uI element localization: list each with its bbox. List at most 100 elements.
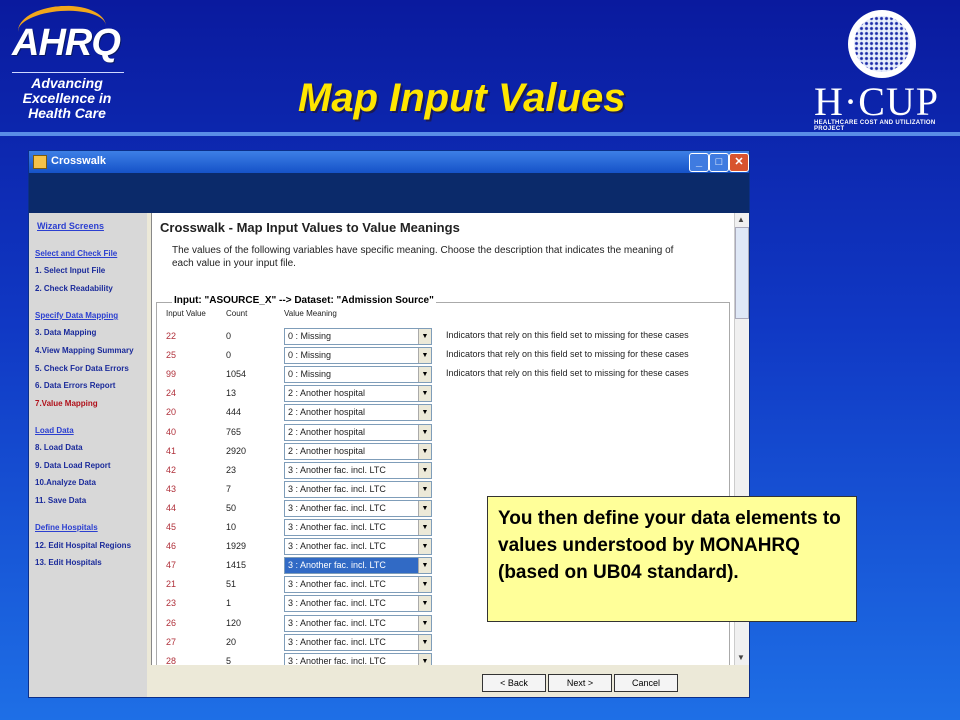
dropdown-arrow-icon[interactable]: ▼ <box>418 424 431 440</box>
dropdown-arrow-icon[interactable]: ▼ <box>418 367 431 383</box>
sidebar-item[interactable]: 13. Edit Hospitals <box>35 558 102 567</box>
sidebar-section[interactable]: Select and Check File <box>35 249 117 258</box>
scroll-up-icon[interactable]: ▲ <box>735 214 747 226</box>
callout-box: You then define your data elements to va… <box>487 496 857 622</box>
input-value: 27 <box>166 636 177 647</box>
dropdown-value: 3 : Another fac. incl. LTC <box>288 560 386 571</box>
count-value: 2920 <box>226 445 247 456</box>
sidebar-section[interactable]: Load Data <box>35 426 74 435</box>
sidebar-item[interactable]: 1. Select Input File <box>35 266 105 275</box>
dropdown-value: 3 : Another fac. incl. LTC <box>288 579 386 590</box>
count-value: 13 <box>226 388 237 399</box>
dropdown-arrow-icon[interactable]: ▼ <box>418 520 431 535</box>
sidebar-heading[interactable]: Wizard Screens <box>37 221 104 231</box>
dropdown-arrow-icon[interactable]: ▼ <box>418 329 431 344</box>
sidebar-item[interactable]: 5. Check For Data Errors <box>35 364 129 373</box>
app-icon <box>33 155 47 169</box>
input-value: 22 <box>166 331 177 341</box>
dropdown-value: 3 : Another fac. incl. LTC <box>288 636 386 647</box>
value-meaning-dropdown[interactable]: 3 : Another fac. incl. LTC ▼ <box>284 519 432 536</box>
value-meaning-dropdown[interactable]: 3 : Another fac. incl. LTC ▼ <box>284 595 432 613</box>
input-value: 20 <box>166 407 177 418</box>
sidebar-item[interactable]: 9. Data Load Report <box>35 461 111 470</box>
dropdown-value: 0 : Missing <box>288 331 332 341</box>
tagline-line: Excellence in <box>22 90 112 106</box>
value-meaning-dropdown[interactable]: 2 : Another hospital ▼ <box>284 385 432 403</box>
dropdown-value: 0 : Missing <box>288 350 332 361</box>
count-value: 7 <box>226 483 232 494</box>
title-bar[interactable]: Crosswalk _ □ ✕ <box>29 151 749 173</box>
input-value: 46 <box>166 541 177 552</box>
slide-title: Map Input Values <box>298 76 626 120</box>
dropdown-arrow-icon[interactable]: ▼ <box>418 462 431 478</box>
value-meaning-dropdown[interactable]: 3 : Another fac. incl. LTC ▼ <box>284 557 432 575</box>
value-meaning-dropdown[interactable]: 2 : Another hospital ▼ <box>284 442 432 460</box>
value-meaning-dropdown[interactable]: 3 : Another fac. incl. LTC ▼ <box>284 576 432 594</box>
sidebar-item[interactable]: 4.View Mapping Summary <box>35 346 134 355</box>
sidebar-item[interactable]: 10.Analyze Data <box>35 478 96 487</box>
group-title: Input: "ASOURCE_X" --> Dataset: "Admissi… <box>172 295 436 306</box>
count-value: 0 <box>226 350 232 361</box>
value-meaning-dropdown[interactable]: 2 : Another hospital ▼ <box>284 404 432 422</box>
divider <box>12 72 124 73</box>
row-note: Indicators that rely on this field set t… <box>446 349 689 360</box>
scroll-thumb[interactable] <box>735 227 749 319</box>
value-meaning-dropdown[interactable]: 3 : Another fac. incl. LTC ▼ <box>284 480 432 498</box>
row-note: Indicators that rely on this field set t… <box>446 368 689 379</box>
dropdown-arrow-icon[interactable]: ▼ <box>418 558 431 574</box>
back-button[interactable]: < Back <box>482 674 546 692</box>
dropdown-arrow-icon[interactable]: ▼ <box>418 596 431 612</box>
sidebar-item[interactable]: 3. Data Mapping <box>35 328 96 337</box>
value-meaning-dropdown[interactable]: 2 : Another hospital ▼ <box>284 423 432 441</box>
value-meaning-dropdown[interactable]: 0 : Missing ▼ <box>284 328 432 345</box>
input-value: 26 <box>166 617 177 628</box>
close-button[interactable]: ✕ <box>729 153 749 172</box>
dropdown-arrow-icon[interactable]: ▼ <box>418 634 431 650</box>
column-header: Input Value <box>166 309 206 318</box>
sidebar-section[interactable]: Specify Data Mapping <box>35 311 118 320</box>
value-meaning-dropdown[interactable]: 3 : Another fac. incl. LTC ▼ <box>284 499 432 517</box>
sidebar-item[interactable]: 12. Edit Hospital Regions <box>35 541 131 550</box>
input-value: 44 <box>166 502 177 513</box>
input-value: 45 <box>166 522 177 532</box>
content-title: Crosswalk - Map Input Values to Value Me… <box>160 220 460 235</box>
value-meaning-dropdown[interactable]: 3 : Another fac. incl. LTC ▼ <box>284 538 432 556</box>
scroll-down-icon[interactable]: ▼ <box>735 652 747 664</box>
sidebar-item[interactable]: 2. Check Readability <box>35 284 113 293</box>
input-value: 41 <box>166 445 177 456</box>
maximize-button[interactable]: □ <box>709 153 729 172</box>
wizard-sidebar: Wizard Screens Select and Check File 1. … <box>29 213 147 697</box>
input-value: 47 <box>166 560 177 571</box>
value-meaning-dropdown[interactable]: 3 : Another fac. incl. LTC ▼ <box>284 614 432 632</box>
value-meaning-dropdown[interactable]: 3 : Another fac. incl. LTC ▼ <box>284 633 432 651</box>
dropdown-arrow-icon[interactable]: ▼ <box>418 577 431 593</box>
dropdown-arrow-icon[interactable]: ▼ <box>418 348 431 364</box>
sidebar-item[interactable]: 11. Save Data <box>35 496 86 505</box>
sidebar-item[interactable]: 8. Load Data <box>35 443 83 452</box>
cancel-button[interactable]: Cancel <box>614 674 678 692</box>
input-value: 21 <box>166 579 177 590</box>
dropdown-value: 2 : Another hospital <box>288 388 366 399</box>
dropdown-arrow-icon[interactable]: ▼ <box>418 481 431 497</box>
value-meaning-dropdown[interactable]: 3 : Another fac. incl. LTC ▼ <box>284 461 432 479</box>
dropdown-arrow-icon[interactable]: ▼ <box>418 500 431 516</box>
input-value: 24 <box>166 388 177 399</box>
count-value: 1054 <box>226 369 247 380</box>
count-value: 765 <box>226 426 242 437</box>
window-title: Crosswalk <box>51 155 107 167</box>
value-meaning-dropdown[interactable]: 0 : Missing ▼ <box>284 366 432 384</box>
count-value: 120 <box>226 617 242 628</box>
count-value: 1415 <box>226 560 247 571</box>
dropdown-arrow-icon[interactable]: ▼ <box>418 615 431 631</box>
dropdown-arrow-icon[interactable]: ▼ <box>418 405 431 421</box>
dropdown-arrow-icon[interactable]: ▼ <box>418 539 431 555</box>
minimize-button[interactable]: _ <box>689 153 709 172</box>
dropdown-arrow-icon[interactable]: ▼ <box>418 386 431 402</box>
next-button[interactable]: Next > <box>548 674 612 692</box>
sidebar-item-active[interactable]: 7.Value Mapping <box>35 399 98 408</box>
sidebar-section[interactable]: Define Hospitals <box>35 523 98 532</box>
count-value: 1929 <box>226 541 247 552</box>
value-meaning-dropdown[interactable]: 0 : Missing ▼ <box>284 347 432 365</box>
dropdown-arrow-icon[interactable]: ▼ <box>418 443 431 459</box>
sidebar-item[interactable]: 6. Data Errors Report <box>35 381 115 390</box>
